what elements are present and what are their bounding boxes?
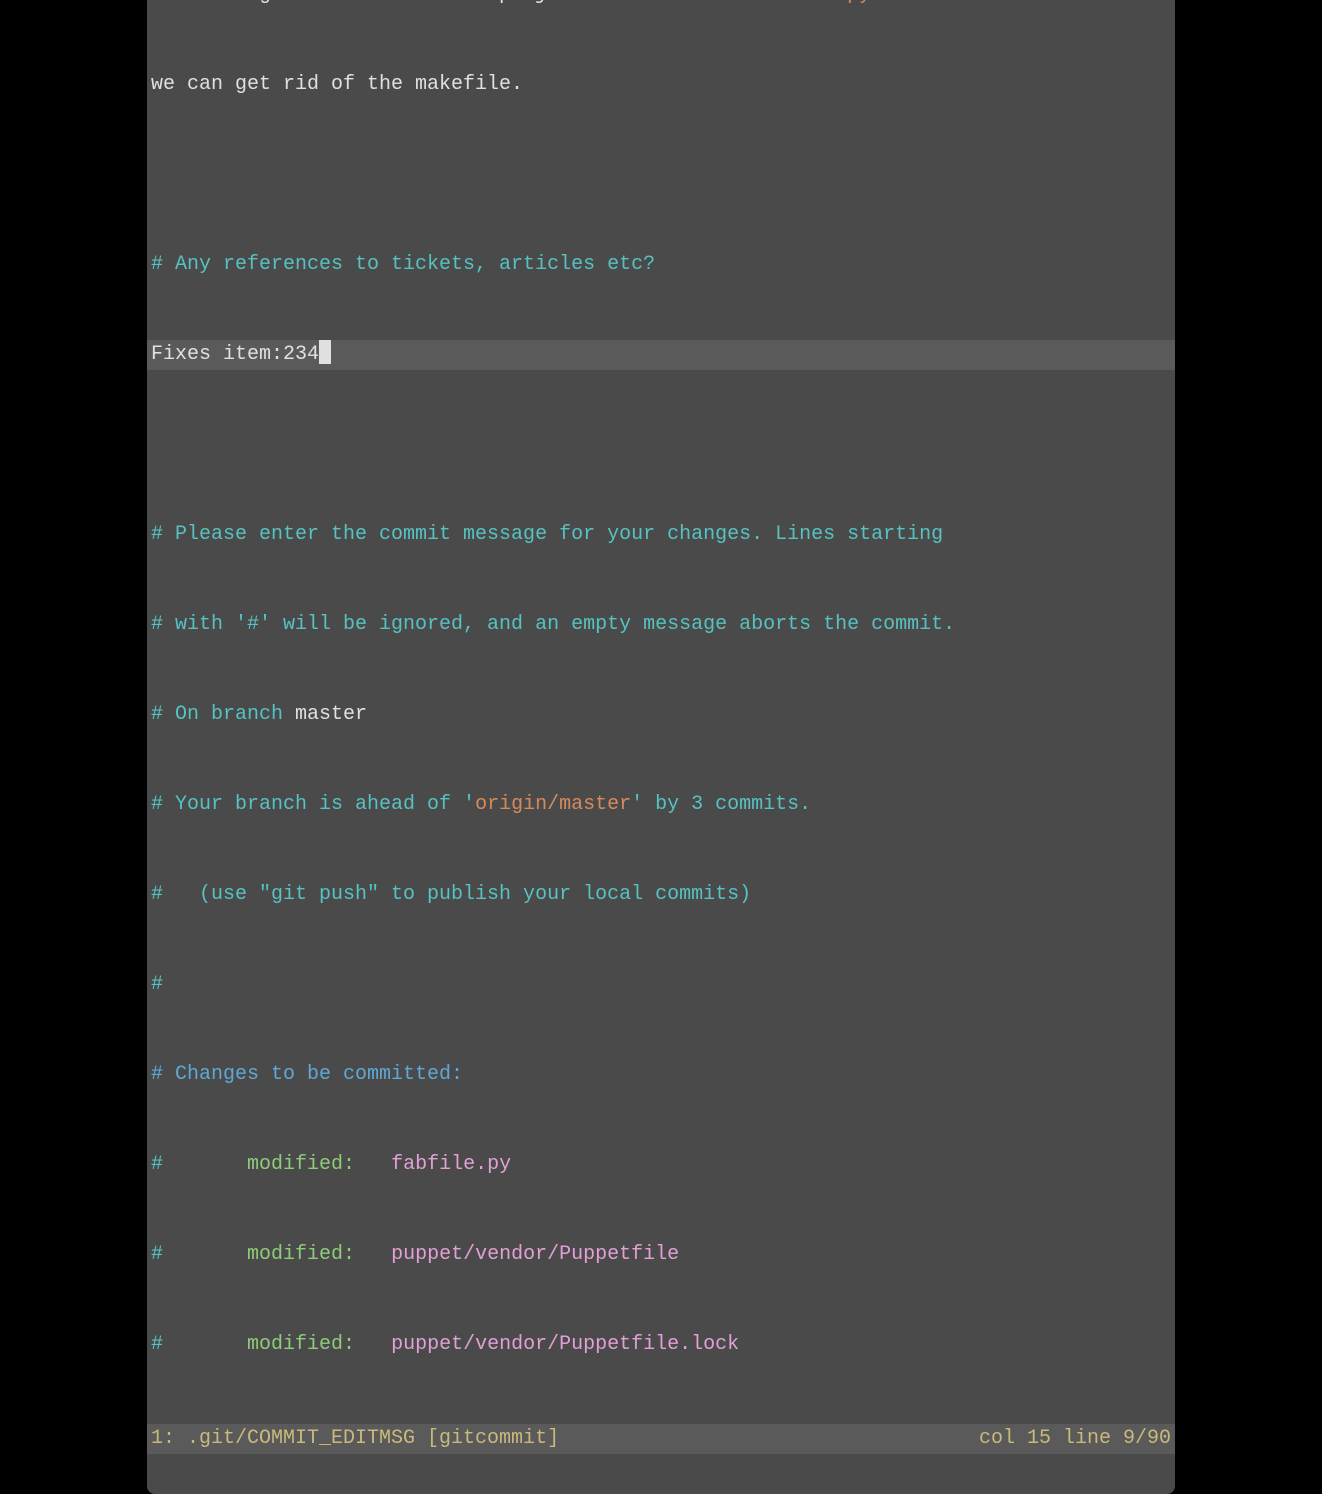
body-line: This change consolidates all project tas…	[151, 0, 1171, 10]
modified-file-line: # modified: puppet/vendor/Puppetfile.loc…	[151, 1330, 1171, 1360]
status-bar: 1: .git/COMMIT_EDITMSG [gitcommit] col 1…	[147, 1424, 1175, 1454]
editor-padding	[147, 1454, 1175, 1494]
ahead-line: # Your branch is ahead of 'origin/master…	[151, 790, 1171, 820]
git-help-line: # with '#' will be ignored, and an empty…	[151, 613, 955, 636]
changes-header: # Changes to be committed:	[151, 1063, 463, 1086]
status-left: 1: .git/COMMIT_EDITMSG [gitcommit]	[151, 1424, 559, 1454]
push-hint: # (use "git push" to publish your local …	[151, 883, 751, 906]
status-right: col 15 line 9/90	[979, 1424, 1171, 1454]
modified-file-line: # modified: puppet/vendor/Puppetfile	[151, 1240, 1171, 1270]
vim-window: 5. COMMIT_EDITMSG + (~/Workspace/octoclo…	[147, 0, 1175, 1494]
editor-area[interactable]: # If this commit is applied, it will... …	[147, 0, 1175, 1424]
modified-file-line: # modified: fabfile.py	[151, 1150, 1171, 1180]
git-help-line: # Please enter the commit message for yo…	[151, 523, 943, 546]
body-line: we can get rid of the makefile.	[151, 70, 1171, 100]
branch-line: # On branch master	[151, 700, 1171, 730]
comment-line: # Any references to tickets, articles et…	[151, 253, 655, 276]
cursor	[319, 340, 331, 364]
cursor-line: Fixes item:234	[147, 340, 1175, 370]
